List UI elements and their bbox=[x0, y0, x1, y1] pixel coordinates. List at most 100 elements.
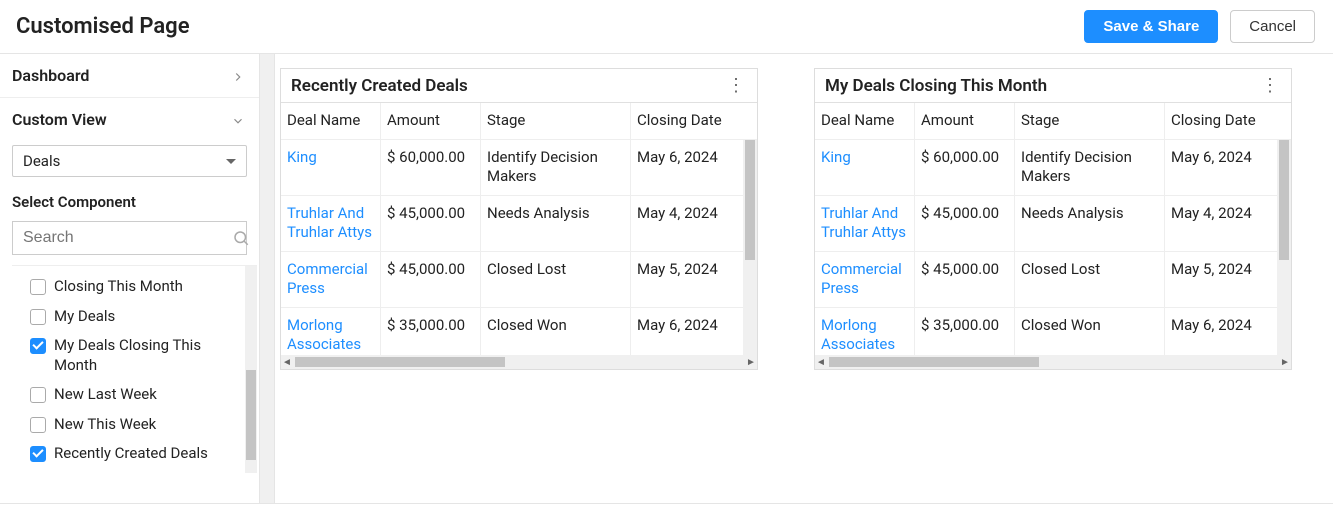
component-list-wrap: Closing This Month My Deals My Deals Closi… bbox=[12, 265, 257, 473]
component-item-label: My Deals bbox=[54, 307, 115, 327]
sidebar-scrollbar[interactable] bbox=[245, 266, 257, 473]
cell-stage: Identify Decision Makers bbox=[1015, 140, 1165, 195]
table-body: King$ 60,000.00Identify Decision MakersM… bbox=[815, 140, 1291, 370]
cell-amount: $ 45,000.00 bbox=[915, 196, 1015, 251]
chevron-right-icon bbox=[231, 69, 245, 83]
checkbox-icon[interactable] bbox=[30, 338, 46, 354]
column-header[interactable]: Amount bbox=[915, 103, 1015, 139]
cell-name[interactable]: Truhlar And Truhlar Attys bbox=[815, 196, 915, 251]
select-component-title: Select Component bbox=[0, 189, 259, 221]
table-row[interactable]: Truhlar And Truhlar Attys$ 45,000.00Need… bbox=[281, 196, 743, 252]
deal-link[interactable]: Morlong Associates bbox=[287, 316, 361, 354]
widget-title: My Deals Closing This Month bbox=[825, 76, 1047, 96]
widget-header: My Deals Closing This Month ⋮ bbox=[815, 69, 1291, 102]
component-search[interactable] bbox=[12, 221, 247, 255]
component-item-label: My Deals Closing This Month bbox=[54, 336, 243, 375]
widget-menu-icon[interactable]: ⋮ bbox=[1257, 75, 1283, 96]
chevron-down-icon bbox=[231, 113, 245, 127]
table-body: King$ 60,000.00Identify Decision MakersM… bbox=[281, 140, 757, 370]
widget-recently-created-deals: Recently Created Deals ⋮ Deal NameAmountSt… bbox=[280, 68, 758, 370]
component-item[interactable]: Recently Modified Deals bbox=[12, 469, 243, 474]
deal-link[interactable]: Commercial Press bbox=[287, 260, 368, 298]
checkbox-icon[interactable] bbox=[30, 446, 46, 462]
cell-stage: Identify Decision Makers bbox=[481, 140, 631, 195]
column-header[interactable]: Stage bbox=[481, 103, 631, 139]
cell-amount: $ 45,000.00 bbox=[381, 196, 481, 251]
table-row[interactable]: Commercial Press $ 45,000.00Closed LostMa… bbox=[815, 252, 1277, 308]
header-actions: Save & Share Cancel bbox=[1084, 10, 1315, 43]
checkbox-icon[interactable] bbox=[30, 279, 46, 295]
cell-name[interactable]: Commercial Press bbox=[281, 252, 381, 307]
component-item-label: Recently Created Deals bbox=[54, 444, 208, 464]
column-header[interactable]: Amount bbox=[381, 103, 481, 139]
table-horizontal-scrollbar[interactable]: ◄► bbox=[815, 355, 1291, 369]
table-row[interactable]: King $ 60,000.00Identify Decision MakersM… bbox=[815, 140, 1277, 196]
module-dropdown-value: Deals bbox=[23, 152, 60, 170]
cell-name[interactable]: King bbox=[815, 140, 915, 195]
component-item[interactable]: My Deals bbox=[12, 302, 243, 332]
component-item-label: New This Week bbox=[54, 415, 156, 435]
dropdown-caret-icon bbox=[226, 159, 236, 164]
module-dropdown[interactable]: Deals bbox=[12, 145, 247, 177]
checkbox-icon[interactable] bbox=[30, 309, 46, 325]
dashboard-section[interactable]: Dashboard bbox=[0, 54, 259, 98]
cell-stage: Closed Lost bbox=[1015, 252, 1165, 307]
table-horizontal-scrollbar[interactable]: ◄► bbox=[281, 355, 757, 369]
cell-closing: May 6, 2024 bbox=[1165, 140, 1277, 195]
widget-table: Deal NameAmountStageClosing Date King $ 60… bbox=[281, 102, 757, 369]
column-header[interactable]: Stage bbox=[1015, 103, 1165, 139]
cell-amount: $ 60,000.00 bbox=[915, 140, 1015, 195]
cell-closing: May 4, 2024 bbox=[631, 196, 743, 251]
custom-view-label: Custom View bbox=[12, 110, 107, 129]
cell-amount: $ 60,000.00 bbox=[381, 140, 481, 195]
component-item[interactable]: Recently Created Deals bbox=[12, 439, 243, 469]
widget-header: Recently Created Deals ⋮ bbox=[281, 69, 757, 102]
column-header[interactable]: Deal Name bbox=[281, 103, 381, 139]
cell-name[interactable]: King bbox=[281, 140, 381, 195]
widget-menu-icon[interactable]: ⋮ bbox=[723, 75, 749, 96]
table-row[interactable]: Truhlar And Truhlar Attys$ 45,000.00Need… bbox=[815, 196, 1277, 252]
column-header[interactable]: Closing Date bbox=[631, 103, 757, 139]
cell-name[interactable]: Truhlar And Truhlar Attys bbox=[281, 196, 381, 251]
cell-stage: Needs Analysis bbox=[481, 196, 631, 251]
deal-link[interactable]: King bbox=[287, 148, 317, 166]
component-item[interactable]: Closing This Month bbox=[12, 272, 243, 302]
deal-link[interactable]: King bbox=[821, 148, 851, 166]
canvas: Recently Created Deals⋮Deal NameAmountSt… bbox=[260, 54, 1333, 503]
widget-title: Recently Created Deals bbox=[291, 76, 468, 96]
search-input[interactable] bbox=[21, 228, 232, 248]
cell-amount: $ 45,000.00 bbox=[915, 252, 1015, 307]
component-item[interactable]: New This Week bbox=[12, 410, 243, 440]
column-header[interactable]: Closing Date bbox=[1165, 103, 1291, 139]
component-list: Closing This Month My Deals My Deals Closi… bbox=[12, 272, 257, 473]
table-vertical-scrollbar[interactable] bbox=[743, 140, 757, 356]
checkbox-icon[interactable] bbox=[30, 387, 46, 403]
sidebar: Dashboard Custom View Deals Select Compo… bbox=[0, 54, 260, 503]
table-row[interactable]: Commercial Press $ 45,000.00Closed LostMa… bbox=[281, 252, 743, 308]
component-item-label: Closing This Month bbox=[54, 277, 183, 297]
cell-closing: May 6, 2024 bbox=[631, 140, 743, 195]
cell-closing: May 5, 2024 bbox=[631, 252, 743, 307]
column-header[interactable]: Deal Name bbox=[815, 103, 915, 139]
cell-closing: May 5, 2024 bbox=[1165, 252, 1277, 307]
cell-closing: May 4, 2024 bbox=[1165, 196, 1277, 251]
cell-name[interactable]: Commercial Press bbox=[815, 252, 915, 307]
deal-link[interactable]: Commercial Press bbox=[821, 260, 902, 298]
component-item[interactable]: New Last Week bbox=[12, 380, 243, 410]
save-share-button[interactable]: Save & Share bbox=[1084, 10, 1218, 43]
component-item-label: New Last Week bbox=[54, 385, 157, 405]
custom-view-section[interactable]: Custom View bbox=[0, 98, 259, 133]
widget-my-deals-closing-this-month: My Deals Closing This Month ⋮ Deal NameAmo… bbox=[814, 68, 1292, 370]
search-icon bbox=[232, 229, 250, 247]
checkbox-icon[interactable] bbox=[30, 417, 46, 433]
table-row[interactable]: King $ 60,000.00Identify Decision MakersM… bbox=[281, 140, 743, 196]
cell-stage: Closed Lost bbox=[481, 252, 631, 307]
component-item[interactable]: My Deals Closing This Month bbox=[12, 331, 243, 380]
page-title: Customised Page bbox=[16, 14, 190, 39]
deal-link[interactable]: Truhlar And Truhlar Attys bbox=[821, 204, 906, 242]
deal-link[interactable]: Morlong Associates bbox=[821, 316, 895, 354]
cell-amount: $ 45,000.00 bbox=[381, 252, 481, 307]
cancel-button[interactable]: Cancel bbox=[1230, 10, 1315, 43]
table-vertical-scrollbar[interactable] bbox=[1277, 140, 1291, 356]
deal-link[interactable]: Truhlar And Truhlar Attys bbox=[287, 204, 372, 242]
